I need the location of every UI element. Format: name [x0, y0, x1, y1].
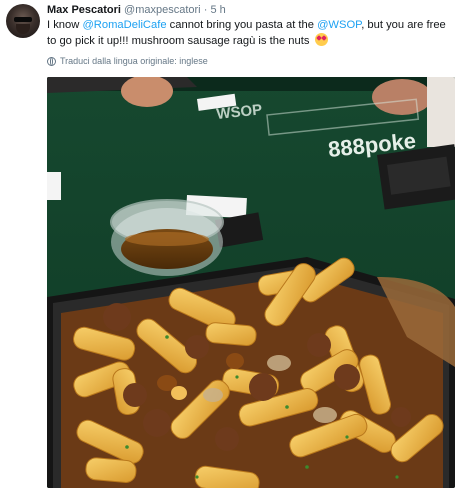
separator-dot: · — [203, 4, 208, 16]
avatar-glasses — [14, 17, 32, 22]
timestamp[interactable]: 5 h — [210, 4, 225, 16]
tweet-photo[interactable]: WSOP 888poke — [47, 77, 455, 488]
mention-link[interactable]: @WSOP — [317, 19, 361, 31]
translate-label: Traduci dalla lingua originale: inglese — [60, 56, 208, 66]
tweet[interactable]: Max Pescatori @maxpescatori · 5 h I know… — [0, 0, 458, 488]
tweet-text: I know @RomaDeliCafe cannot bring you pa… — [47, 18, 455, 49]
avatar-beard — [16, 24, 30, 34]
user-name[interactable]: Max Pescatori — [47, 4, 121, 16]
tweet-header: Max Pescatori @maxpescatori · 5 h — [47, 4, 226, 16]
globe-icon — [47, 56, 56, 66]
user-handle[interactable]: @maxpescatori — [124, 4, 201, 16]
tweet-text-part: cannot bring you pasta at the — [166, 19, 318, 31]
avatar[interactable] — [6, 4, 40, 38]
heart-eyes-emoji-icon — [314, 33, 328, 46]
translate-link[interactable]: Traduci dalla lingua originale: inglese — [47, 56, 208, 66]
mention-link[interactable]: @RomaDeliCafe — [82, 19, 166, 31]
photo-illustration: WSOP 888poke — [47, 77, 455, 488]
tweet-text-part: I know — [47, 19, 83, 31]
